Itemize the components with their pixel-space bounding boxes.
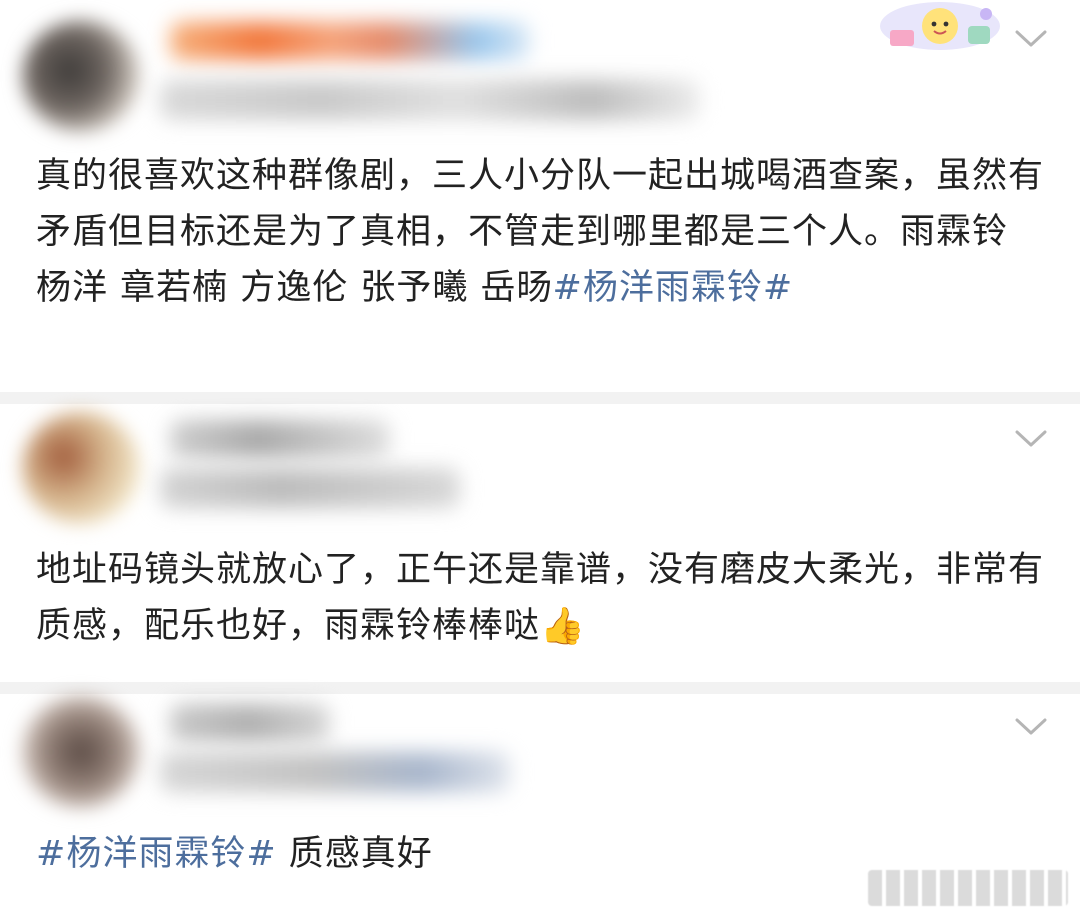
comment-meta-redacted xyxy=(160,80,700,120)
username-redacted[interactable] xyxy=(170,420,390,458)
comment-body: 真的很喜欢这种群像剧，三人小分队一起出城喝酒查案，虽然有矛盾但目标还是为了真相，… xyxy=(36,156,1045,308)
comment-meta-redacted xyxy=(160,752,510,792)
divider xyxy=(0,682,1080,694)
watermark xyxy=(868,870,1068,906)
divider xyxy=(0,392,1080,404)
chevron-down-icon[interactable] xyxy=(1014,716,1048,738)
comment-header xyxy=(0,404,1080,534)
comment-text: 真的很喜欢这种群像剧，三人小分队一起出城喝酒查案，虽然有矛盾但目标还是为了真相，… xyxy=(36,148,1046,316)
hashtag-link[interactable]: #杨洋雨霖铃# xyxy=(36,834,277,874)
avatar[interactable] xyxy=(22,412,140,524)
comment-card: 地址码镜头就放心了，正午还是靠谱，没有磨皮大柔光，非常有质感，配乐也好，雨霖铃棒… xyxy=(0,404,1080,682)
comment-header xyxy=(0,694,1080,824)
username-redacted[interactable] xyxy=(170,704,330,742)
hashtag-link[interactable]: #杨洋雨霖铃# xyxy=(553,268,794,308)
chevron-down-icon[interactable] xyxy=(1014,28,1048,50)
avatar[interactable] xyxy=(22,20,140,132)
comment-card: 真的很喜欢这种群像剧，三人小分队一起出城喝酒查案，虽然有矛盾但目标还是为了真相，… xyxy=(0,0,1080,392)
username-redacted[interactable] xyxy=(170,22,530,60)
thumbs-up-icon: 👍 xyxy=(540,606,586,647)
comment-body: 质感真好 xyxy=(276,834,433,874)
comment-header xyxy=(0,0,1080,132)
chevron-down-icon[interactable] xyxy=(1014,428,1048,450)
comment-text: 地址码镜头就放心了，正午还是靠谱，没有磨皮大柔光，非常有质感，配乐也好，雨霖铃棒… xyxy=(36,542,1046,655)
avatar[interactable] xyxy=(22,696,140,808)
comment-meta-redacted xyxy=(160,468,460,508)
